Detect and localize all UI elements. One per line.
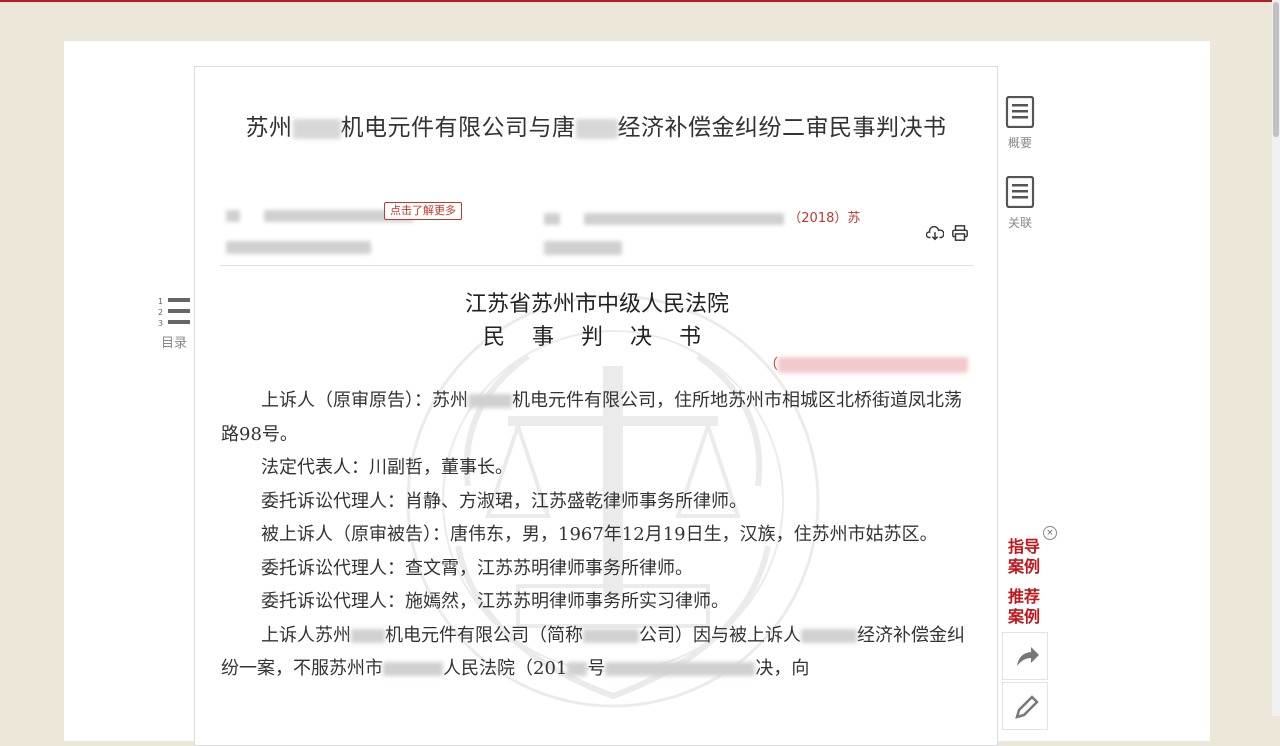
- share-icon: [1017, 647, 1039, 666]
- paragraph: 法定代表人：川副哲，董事长。: [221, 451, 967, 485]
- recommend-case-link[interactable]: 推荐 案例: [1008, 587, 1040, 627]
- summary-label: 概要: [1007, 136, 1032, 150]
- toc-number: 1: [158, 297, 163, 306]
- print-icon[interactable]: [951, 224, 969, 242]
- title-part-1: 苏州: [245, 115, 293, 141]
- paragraph: 被上诉人（原审被告）：唐伟东，男，1967年12月19日生，汉族，住苏州市姑苏区…: [221, 518, 967, 552]
- paragraph-text: 人民法院（201: [443, 658, 568, 679]
- case-number: （: [764, 354, 968, 374]
- paragraph: 上诉人苏州 机电元件有限公司（简称 公司）因与被上诉人 经济补偿金纠纷一案，不服苏州市…: [221, 619, 967, 686]
- redacted-text: [778, 357, 968, 373]
- edit-button[interactable]: [1002, 682, 1048, 730]
- guide-case-line: 案例: [1008, 557, 1041, 576]
- toc-label: 目录: [160, 336, 187, 351]
- divider: [220, 265, 974, 266]
- paragraph: 上诉人（原审原告）：苏州 机电元件有限公司，住所地苏州市相城区北桥街道凤北荡路98…: [221, 384, 967, 451]
- paragraph: 委托诉讼代理人：查文霄，江苏苏明律师事务所律师。: [221, 552, 967, 586]
- recommend-case-line: 推荐: [1008, 587, 1041, 606]
- title-part-3: 经济补偿金纠纷二审民事判决书: [617, 115, 947, 141]
- toc-button[interactable]: 1 2 3 目录: [154, 296, 194, 351]
- paragraph-text: 被上诉人（原审被告）：唐伟东，男，1967年12月19日生，汉族，住苏州市姑苏区…: [261, 524, 938, 545]
- learn-more-link[interactable]: 点击了解更多: [384, 202, 462, 220]
- scrollbar-thumb[interactable]: [1273, 2, 1279, 137]
- toc-number: 2: [158, 308, 163, 317]
- paragraph-text: 上诉人苏州: [261, 624, 351, 646]
- paragraph-text: 委托诉讼代理人：施嫣然，江苏苏明律师事务所实习律师。: [261, 591, 729, 612]
- document-type: 民 事 判 决 书: [483, 325, 711, 350]
- redacted-text: [605, 662, 756, 676]
- close-icon[interactable]: ×: [1043, 526, 1057, 540]
- redacted-text: [583, 628, 639, 643]
- related-tool[interactable]: 关联: [1004, 175, 1036, 231]
- redacted-text: [292, 118, 341, 139]
- redacted-text: [801, 628, 857, 643]
- paragraph: 委托诉讼代理人：施嫣然，江苏苏明律师事务所实习律师。: [221, 585, 967, 619]
- case-no-fragment: （2018）苏: [788, 211, 861, 226]
- document-title: 苏州 机电元件有限公司与唐 经济补偿金纠纷二审民事判决书: [194, 108, 998, 142]
- paragraph-text: 机电元件有限公司（简称: [385, 624, 583, 646]
- meta-row-2-left: [226, 240, 371, 255]
- title-part-2: 机电元件有限公司与唐: [340, 115, 576, 141]
- redacted-text: [468, 394, 512, 408]
- pencil-icon: [1015, 695, 1039, 719]
- document-icon: [1005, 175, 1035, 209]
- case-number-prefix: （: [764, 357, 778, 373]
- redacted-text: [575, 118, 618, 139]
- paragraph-text: 委托诉讼代理人：肖静、方淑珺，江苏盛乾律师事务所律师。: [261, 490, 747, 512]
- guide-case-link[interactable]: 指导 案例: [1008, 537, 1040, 577]
- guide-case-line: 指导: [1008, 537, 1041, 556]
- court-name: 江苏省苏州市中级人民法院: [464, 292, 729, 317]
- list-icon: 1 2 3: [158, 297, 190, 328]
- redacted-text: [567, 662, 588, 676]
- related-label: 关联: [1007, 216, 1032, 230]
- summary-tool[interactable]: 概要: [1004, 95, 1036, 151]
- meta-row-1-right: （2018）苏: [544, 207, 860, 226]
- judgment-body: 上诉人（原审原告）：苏州 机电元件有限公司，住所地苏州市相城区北桥街道凤北荡路98…: [221, 384, 967, 686]
- paragraph-text: 决，向: [755, 658, 810, 679]
- download-icon[interactable]: [926, 224, 944, 242]
- toc-number: 3: [158, 319, 163, 328]
- share-button[interactable]: [1002, 632, 1048, 680]
- meta-row-2-right: [544, 240, 622, 255]
- recommend-case-line: 案例: [1008, 607, 1041, 626]
- paragraph: 委托诉讼代理人：肖静、方淑珺，江苏盛乾律师事务所律师。: [221, 485, 967, 519]
- document-icon: [1005, 95, 1035, 129]
- redacted-text: [351, 628, 385, 643]
- paragraph-text: 公司）因与被上诉人: [639, 624, 801, 646]
- page-scrollbar[interactable]: [1272, 0, 1280, 716]
- paragraph-text: 法定代表人：川副哲，董事长。: [261, 457, 513, 478]
- redacted-text: [383, 662, 443, 676]
- paragraph-text: 号: [587, 658, 606, 679]
- paragraph-text: 上诉人（原审原告）：苏州: [261, 390, 468, 411]
- paragraph-text: 委托诉讼代理人：查文霄，江苏苏明律师事务所律师。: [261, 557, 693, 579]
- top-accent-line: [0, 0, 1280, 2]
